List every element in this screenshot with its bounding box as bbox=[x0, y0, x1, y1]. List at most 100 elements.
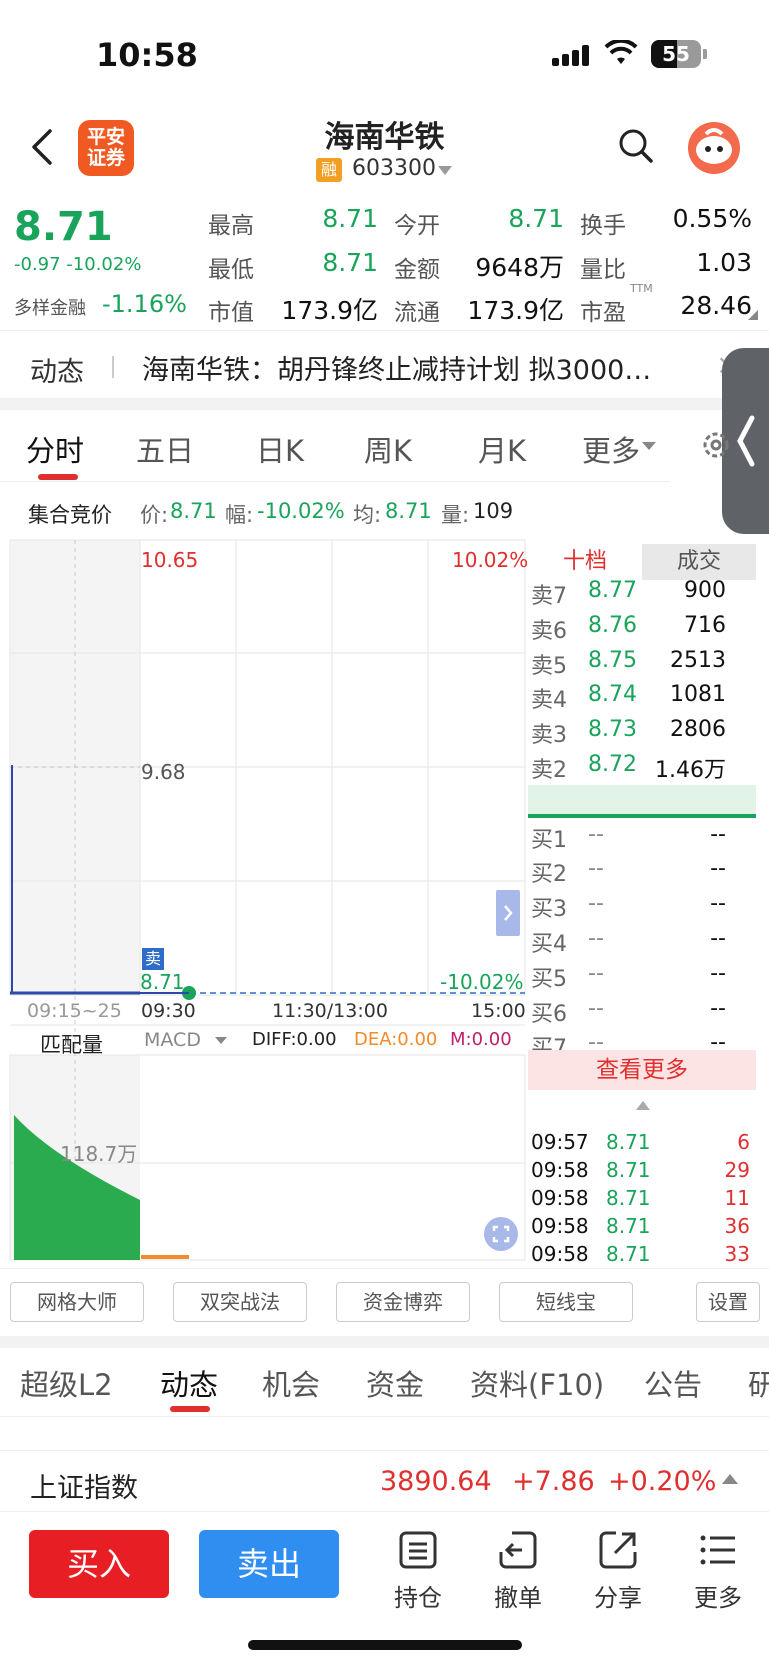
sell-button[interactable]: 卖出 bbox=[199, 1530, 339, 1598]
pct-axis-bottom: -10.02% bbox=[440, 970, 524, 994]
section-gap bbox=[0, 398, 769, 410]
orderbook-volume: -- bbox=[710, 960, 726, 986]
bottom-tab-6[interactable]: 研 bbox=[748, 1362, 769, 1404]
orderbook-price: -- bbox=[588, 995, 604, 1021]
collapse-up-icon[interactable] bbox=[636, 1101, 650, 1110]
orderbook-volume: -- bbox=[710, 891, 726, 917]
chart-expand-button[interactable] bbox=[496, 890, 520, 936]
divider bbox=[0, 1416, 769, 1417]
quote-label: 市值 bbox=[208, 300, 254, 326]
share-icon[interactable] bbox=[598, 1530, 638, 1570]
volume-axis-label: 118.7万 bbox=[60, 1142, 138, 1166]
home-indicator[interactable] bbox=[248, 1640, 522, 1650]
news-headline[interactable]: 海南华铁：胡丹锋终止减持计划 拟3000… bbox=[142, 348, 682, 387]
x-axis-mid: 11:30/13:00 bbox=[272, 1000, 388, 1022]
trade-price: 8.71 bbox=[606, 1242, 651, 1266]
trade-volume: 33 bbox=[724, 1242, 750, 1266]
indicator-select[interactable]: MACD bbox=[144, 1029, 201, 1051]
auction-amp-label: 幅: bbox=[225, 503, 254, 527]
buy-button[interactable]: 买入 bbox=[29, 1530, 169, 1598]
last-price-label: 8.71 bbox=[140, 970, 185, 994]
auction-vol-label: 量: bbox=[441, 503, 470, 527]
trade-time: 09:58 bbox=[531, 1158, 589, 1182]
search-icon[interactable] bbox=[618, 128, 654, 164]
pe-ttm-superscript: TTM bbox=[630, 282, 653, 295]
bottom-tab-4[interactable]: 资料(F10) bbox=[470, 1362, 604, 1404]
bottom-tab-0[interactable]: 超级L2 bbox=[20, 1362, 113, 1404]
toolbar-label-3[interactable]: 更多 bbox=[678, 1578, 758, 1613]
orderbook-volume: 1081 bbox=[670, 682, 726, 708]
battery-cap bbox=[703, 49, 707, 59]
match-volume-label: 匹配量 bbox=[40, 1033, 103, 1057]
tab-0[interactable]: 分时 bbox=[26, 428, 84, 470]
more-menu-icon[interactable] bbox=[698, 1530, 738, 1570]
chevron-down-icon[interactable] bbox=[438, 166, 452, 175]
toolbar-label-2[interactable]: 分享 bbox=[578, 1578, 658, 1613]
tab-1[interactable]: 五日 bbox=[136, 428, 194, 470]
view-more-button[interactable]: 查看更多 bbox=[528, 1050, 756, 1090]
trade-time: 09:58 bbox=[531, 1242, 589, 1266]
news-divider bbox=[112, 356, 114, 378]
tab-5[interactable]: 更多 bbox=[582, 428, 640, 470]
more-chevron-icon[interactable] bbox=[642, 442, 656, 450]
orderbook-price: -- bbox=[588, 960, 604, 986]
trade-price: 8.71 bbox=[606, 1186, 651, 1210]
toolbar-label-1[interactable]: 撤单 bbox=[478, 1578, 558, 1613]
sector-change[interactable]: -1.16% bbox=[102, 290, 187, 318]
tab-ten-levels[interactable]: 十档 bbox=[528, 544, 642, 580]
trade-volume: 29 bbox=[724, 1158, 750, 1182]
index-pct: +0.20% bbox=[608, 1466, 717, 1497]
news-tag[interactable]: 动态 bbox=[30, 350, 84, 389]
orderbook-volume: -- bbox=[710, 856, 726, 882]
function-button-1[interactable]: 双突战法 bbox=[173, 1282, 307, 1322]
sector-label[interactable]: 多样金融 bbox=[14, 294, 86, 320]
macd-dea: DEA:0.00 bbox=[354, 1029, 438, 1050]
fullscreen-icon[interactable] bbox=[484, 1217, 518, 1251]
holdings-icon[interactable] bbox=[398, 1530, 438, 1570]
index-name: 上证指数 bbox=[30, 1473, 138, 1504]
cancel-order-icon[interactable] bbox=[498, 1530, 538, 1570]
quote-value: 8.71 bbox=[508, 204, 564, 233]
tab-trades[interactable]: 成交 bbox=[642, 544, 756, 580]
orderbook-level-label: 买1 bbox=[531, 827, 567, 853]
indicator-chevron-icon[interactable] bbox=[215, 1037, 227, 1044]
orderbook-price: -- bbox=[588, 891, 604, 917]
bottom-tab-2[interactable]: 机会 bbox=[262, 1362, 320, 1404]
signal-icon bbox=[552, 44, 594, 66]
function-button-4[interactable]: 设置 bbox=[696, 1282, 760, 1322]
y-axis-mid: 9.68 bbox=[141, 760, 186, 784]
bottom-tab-5[interactable]: 公告 bbox=[644, 1362, 702, 1404]
tab-4[interactable]: 月K bbox=[478, 428, 526, 470]
orderbook-price: -- bbox=[588, 926, 604, 951]
x-axis-pre: 09:15~25 bbox=[27, 1000, 122, 1022]
gear-icon[interactable] bbox=[700, 428, 730, 462]
bottom-tab-3[interactable]: 资金 bbox=[366, 1362, 424, 1404]
trade-price: 8.71 bbox=[606, 1158, 651, 1182]
function-button-0[interactable]: 网格大师 bbox=[10, 1282, 144, 1322]
expand-up-icon[interactable] bbox=[722, 1474, 738, 1484]
divider bbox=[0, 330, 769, 331]
battery-icon: 55 bbox=[651, 40, 701, 68]
trade-price: 8.71 bbox=[606, 1214, 651, 1238]
orderbook-price: -- bbox=[588, 821, 604, 847]
orderbook-level-label: 买4 bbox=[531, 932, 567, 957]
function-button-3[interactable]: 短线宝 bbox=[499, 1282, 633, 1322]
avatar[interactable] bbox=[688, 122, 740, 174]
stock-code[interactable]: 603300 bbox=[352, 156, 436, 181]
expand-corner-icon[interactable] bbox=[748, 310, 758, 320]
divider bbox=[0, 481, 670, 482]
orderbook-level-label: 卖2 bbox=[531, 758, 567, 783]
orderbook-volume: 1.46万 bbox=[655, 758, 726, 783]
quote-label: 量比 bbox=[580, 257, 626, 283]
auction-title: 集合竞价 bbox=[28, 503, 112, 527]
tab-2[interactable]: 日K bbox=[256, 428, 304, 470]
sell-badge: 卖 bbox=[142, 948, 164, 970]
bottom-tab-1[interactable]: 动态 bbox=[160, 1362, 218, 1404]
price-change: -0.97 -10.02% bbox=[14, 254, 142, 275]
orderbook-level-label: 买5 bbox=[531, 966, 567, 992]
toolbar-label-0[interactable]: 持仓 bbox=[378, 1578, 458, 1613]
function-button-2[interactable]: 资金博弈 bbox=[336, 1282, 470, 1322]
battery-level: 55 bbox=[662, 42, 690, 66]
tab-3[interactable]: 周K bbox=[364, 428, 412, 470]
chevron-right-icon bbox=[504, 905, 513, 921]
